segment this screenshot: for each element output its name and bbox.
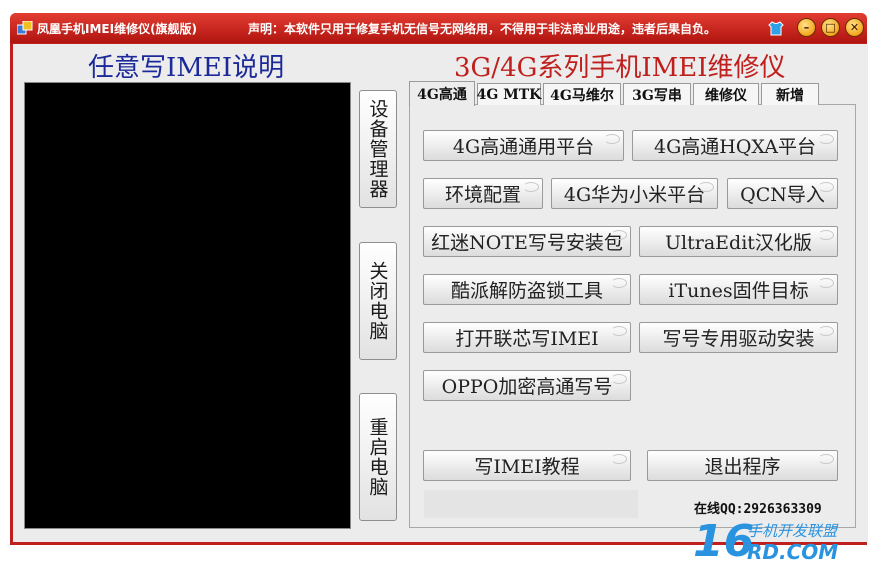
- restart-button[interactable]: 重启电脑: [359, 393, 397, 521]
- maximize-button[interactable]: □: [821, 18, 840, 37]
- huawei-xiaomi-button[interactable]: 4G华为小米平台: [551, 178, 718, 209]
- device-manager-label: 设备管理器: [366, 99, 389, 199]
- redmi-note-button[interactable]: 红迷NOTE写号安装包: [423, 226, 631, 257]
- qualcomm-hqxa-button[interactable]: 4G高通HQXA平台: [632, 130, 838, 161]
- tab-4g-marvell[interactable]: 4G马维尔: [543, 83, 621, 105]
- itunes-firmware-button[interactable]: iTunes固件目标: [639, 274, 838, 305]
- instruction-display: [24, 82, 351, 529]
- watermark-domain: RD.COM: [747, 540, 839, 564]
- disclaimer-notice: 声明：本软件只用于修复手机无信号无网络用，不得用于非法商业用途，违者后果自负。: [248, 22, 717, 36]
- qcn-import-button[interactable]: QCN导入: [727, 178, 838, 209]
- oppo-encrypted-button[interactable]: OPPO加密高通写号: [423, 370, 631, 401]
- watermark-logo: 16 手机开发联盟 RD.COM: [693, 516, 873, 568]
- app-icon: [17, 21, 33, 35]
- watermark-number: 16: [693, 516, 755, 567]
- window-title: 凤凰手机IMEI维修仪(旗舰版): [37, 22, 198, 36]
- online-qq: 在线QQ:2926363309: [694, 502, 822, 517]
- tab-4g-qualcomm[interactable]: 4G高通: [409, 81, 475, 106]
- minimize-button[interactable]: –: [797, 18, 816, 37]
- ultraedit-button[interactable]: UltraEdit汉化版: [639, 226, 838, 257]
- left-panel-title: 任意写IMEI说明: [88, 53, 285, 83]
- restart-label: 重启电脑: [366, 417, 389, 497]
- close-button[interactable]: ✕: [845, 18, 864, 37]
- shutdown-label: 关闭电脑: [366, 261, 389, 341]
- leadcore-imei-button[interactable]: 打开联芯写IMEI: [423, 322, 631, 353]
- coolpad-unlock-button[interactable]: 酷派解防盗锁工具: [423, 274, 631, 305]
- watermark-top-text: 手机开发联盟: [747, 522, 838, 540]
- status-strip: [424, 490, 638, 518]
- exit-button[interactable]: 退出程序: [647, 450, 838, 481]
- title-bar[interactable]: 凤凰手机IMEI维修仪(旗舰版) 声明：本软件只用于修复手机无信号无网络用，不得…: [10, 13, 867, 43]
- tab-4g-mtk[interactable]: 4G MTK: [477, 83, 541, 105]
- device-manager-button[interactable]: 设备管理器: [359, 90, 397, 208]
- driver-install-button[interactable]: 写号专用驱动安装: [639, 322, 838, 353]
- main-title: 3G/4G系列手机IMEI维修仪: [454, 53, 786, 83]
- shutdown-button[interactable]: 关闭电脑: [359, 242, 397, 360]
- environment-config-button[interactable]: 环境配置: [423, 178, 543, 209]
- tab-new[interactable]: 新增: [761, 83, 819, 105]
- qualcomm-generic-button[interactable]: 4G高通通用平台: [423, 130, 624, 161]
- imei-tutorial-button[interactable]: 写IMEI教程: [423, 450, 631, 481]
- tab-repair[interactable]: 维修仪: [693, 83, 759, 105]
- skin-icon[interactable]: [766, 18, 785, 37]
- tab-3g-serial[interactable]: 3G写串: [623, 83, 691, 105]
